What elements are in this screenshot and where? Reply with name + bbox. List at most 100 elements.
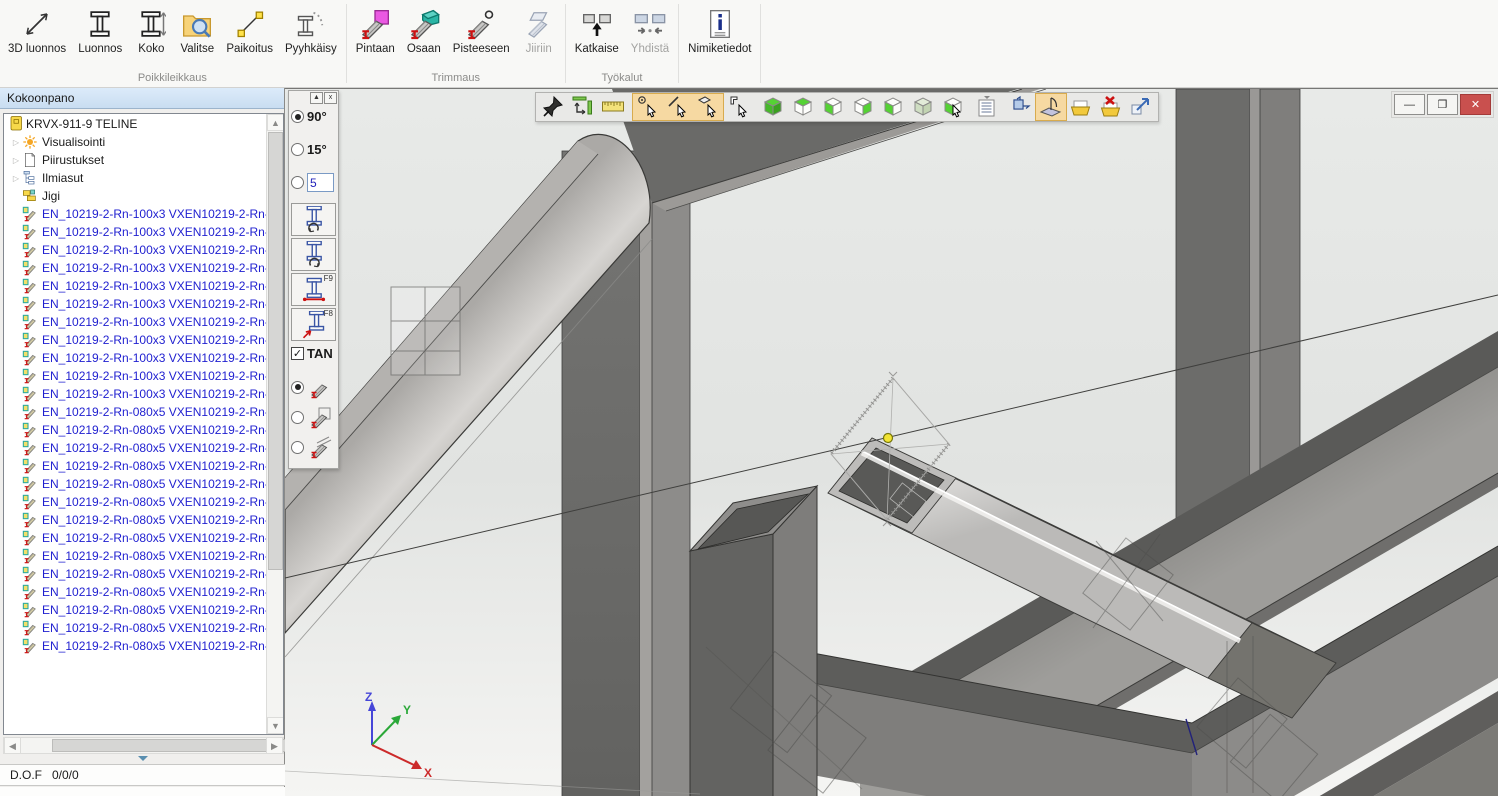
tree-node-piirustukset[interactable]: ▷Piirustukset [4,151,266,169]
tree-root-item[interactable]: KRVX-911-9 TELINE [4,115,266,133]
tree-part-item[interactable]: EN_10219-2-Rn-100x3 VXEN10219-2-Rn-1 [4,205,266,223]
ribbon-button-katkaise[interactable]: Katkaise [569,4,625,56]
close-button[interactable]: ✕ [1460,94,1491,115]
view-toolbar-pin-icon[interactable] [538,94,568,120]
view-toolbar-view-shaded-icon[interactable] [908,94,938,120]
tree-part-item[interactable]: EN_10219-2-Rn-080x5 VXEN10219-2-Rn-0 [4,511,266,529]
angle-90-option[interactable]: 90° [289,106,338,127]
tree-part-item[interactable]: EN_10219-2-Rn-080x5 VXEN10219-2-Rn-0 [4,583,266,601]
expand-arrow-icon[interactable]: ▷ [10,138,22,147]
scroll-up-button[interactable]: ▲ [267,114,284,131]
ribbon-button-osaan[interactable]: Osaan [401,4,447,56]
tree-part-item[interactable]: EN_10219-2-Rn-100x3 VXEN10219-2-Rn-1 [4,313,266,331]
tree-part-item[interactable]: EN_10219-2-Rn-100x3 VXEN10219-2-Rn-1 [4,277,266,295]
panel-splitter-handle[interactable] [138,756,148,761]
view-toolbar-orient-move-icon[interactable] [568,94,598,120]
view-toolbar-export-view-icon[interactable] [1126,94,1156,120]
tree-part-item[interactable]: EN_10219-2-Rn-080x5 VXEN10219-2-Rn-0 [4,619,266,637]
view-toolbar-select-face-icon[interactable] [693,94,723,120]
view-toolbar-view-solid-icon[interactable] [758,94,788,120]
tree-part-item[interactable]: EN_10219-2-Rn-080x5 VXEN10219-2-Rn-0 [4,421,266,439]
view-toolbar-select-feature-icon[interactable] [724,94,754,120]
view-toolbar-select-edge-icon[interactable] [663,94,693,120]
tree-node-jigi[interactable]: Jigi [4,187,266,205]
ribbon-button-pintaan[interactable]: Pintaan [350,4,401,56]
view-toolbar-extrude-profile-icon[interactable] [1006,94,1036,120]
ribbon-button-koko[interactable]: Koko [128,4,174,56]
angle-custom-radio[interactable] [291,176,304,189]
tree-part-item[interactable]: EN_10219-2-Rn-080x5 VXEN10219-2-Rn-0 [4,547,266,565]
scroll-down-button[interactable]: ▼ [267,717,284,734]
expand-arrow-icon[interactable]: ▷ [10,156,22,165]
tree-node-visualisointi[interactable]: ▷Visualisointi [4,133,266,151]
ribbon-button-jiiriin[interactable]: Jiiriin [516,4,562,56]
ribbon-button-3d-luonnos[interactable]: 3D luonnos [2,4,72,56]
tree-horizontal-scrollbar[interactable]: ◀ ▶ [3,737,284,754]
tree-vertical-scrollbar[interactable]: ▲ ▼ [266,114,283,734]
palette-flip-beam-button[interactable]: F9 [291,273,336,306]
placement-mode-radio[interactable] [291,411,304,424]
placement-mode-3[interactable] [289,432,338,462]
view-toolbar-bin-open-icon[interactable] [1066,94,1096,120]
view-toolbar-view-right-face-icon[interactable] [878,94,908,120]
tree-part-item[interactable]: EN_10219-2-Rn-100x3 VXEN10219-2-Rn-1 [4,331,266,349]
tree-part-item[interactable]: EN_10219-2-Rn-080x5 VXEN10219-2-Rn-0 [4,601,266,619]
view-toolbar-view-left-face-icon[interactable] [848,94,878,120]
view-toolbar-select-solid-face-icon[interactable] [938,94,968,120]
tangent-checkbox[interactable]: ✓ [291,347,304,360]
angle-step-input[interactable] [307,173,334,192]
view-toolbar-select-point-icon[interactable] [633,94,663,120]
angle-90-radio[interactable] [291,110,304,123]
placement-mode-radio[interactable] [291,441,304,454]
minimize-button[interactable]: — [1394,94,1425,115]
view-toolbar-view-top-face-icon[interactable] [788,94,818,120]
tree-node-ilmiasut[interactable]: ▷Ilmiasut [4,169,266,187]
angle-15-option[interactable]: 15° [289,139,338,160]
expand-arrow-icon[interactable]: ▷ [10,174,22,183]
ribbon-button-pisteeseen[interactable]: Pisteeseen [447,4,516,56]
view-toolbar-bin-delete-icon[interactable] [1096,94,1126,120]
placement-mode-1[interactable] [289,372,338,402]
angle-15-radio[interactable] [291,143,304,156]
view-toolbar-sketch-plane-icon[interactable] [1036,94,1066,120]
scroll-right-button[interactable]: ▶ [266,737,283,754]
placement-mode-2[interactable] [289,402,338,432]
view-toolbar-list-props-icon[interactable] [972,94,1002,120]
placement-mode-radio[interactable] [291,381,304,394]
ribbon-button-valitse[interactable]: Valitse [174,4,220,56]
angle-custom-option[interactable] [289,170,338,195]
palette-rotate-beam-ccw-button[interactable] [291,203,336,236]
tree-part-item[interactable]: EN_10219-2-Rn-080x5 VXEN10219-2-Rn-0 [4,439,266,457]
ribbon-button-yhdistä[interactable]: Yhdistä [625,4,675,56]
tree-part-item[interactable]: EN_10219-2-Rn-100x3 VXEN10219-2-Rn-1 [4,349,266,367]
tree-part-item[interactable]: EN_10219-2-Rn-080x5 VXEN10219-2-Rn-0 [4,637,266,655]
scroll-left-button[interactable]: ◀ [4,737,21,754]
model-viewport[interactable]: Z Y X ▲ x 90° 15° F9F8 [285,88,1498,796]
tree-part-item[interactable]: EN_10219-2-Rn-080x5 VXEN10219-2-Rn-0 [4,493,266,511]
tree-part-item[interactable]: EN_10219-2-Rn-100x3 VXEN10219-2-Rn-1 [4,223,266,241]
ribbon-button-nimiketiedot[interactable]: Nimiketiedot [682,4,757,56]
palette-rotate-beam-cw-button[interactable] [291,238,336,271]
tree-part-item[interactable]: EN_10219-2-Rn-100x3 VXEN10219-2-Rn-1 [4,367,266,385]
palette-close-button[interactable]: x [324,92,337,104]
view-toolbar-view-front-face-icon[interactable] [818,94,848,120]
ribbon-button-pyyhkäisy[interactable]: Pyyhkäisy [279,4,343,56]
palette-move-beam-button[interactable]: F8 [291,308,336,341]
palette-collapse-button[interactable]: ▲ [310,92,323,104]
tree-part-item[interactable]: EN_10219-2-Rn-100x3 VXEN10219-2-Rn-1 [4,385,266,403]
tree-part-item[interactable]: EN_10219-2-Rn-080x5 VXEN10219-2-Rn-0 [4,529,266,547]
tree-part-item[interactable]: EN_10219-2-Rn-080x5 VXEN10219-2-Rn-0 [4,457,266,475]
tree-part-item[interactable]: EN_10219-2-Rn-100x3 VXEN10219-2-Rn-1 [4,259,266,277]
tree-part-item[interactable]: EN_10219-2-Rn-080x5 VXEN10219-2-Rn-0 [4,565,266,583]
ribbon-button-paikoitus[interactable]: Paikoitus [220,4,279,56]
viewport-3d-scene[interactable]: Z Y X [285,89,1498,796]
tree-part-item[interactable]: EN_10219-2-Rn-100x3 VXEN10219-2-Rn-1 [4,241,266,259]
tangent-option[interactable]: ✓ TAN [289,343,338,364]
ribbon-button-luonnos[interactable]: Luonnos [72,4,128,56]
view-toolbar-measure-ruler-icon[interactable] [598,94,628,120]
tree-part-item[interactable]: EN_10219-2-Rn-080x5 VXEN10219-2-Rn-0 [4,403,266,421]
vertical-scroll-thumb[interactable] [268,132,283,570]
tree-part-item[interactable]: EN_10219-2-Rn-080x5 VXEN10219-2-Rn-0 [4,475,266,493]
open-post-member[interactable] [690,486,817,796]
restore-button[interactable]: ❐ [1427,94,1458,115]
